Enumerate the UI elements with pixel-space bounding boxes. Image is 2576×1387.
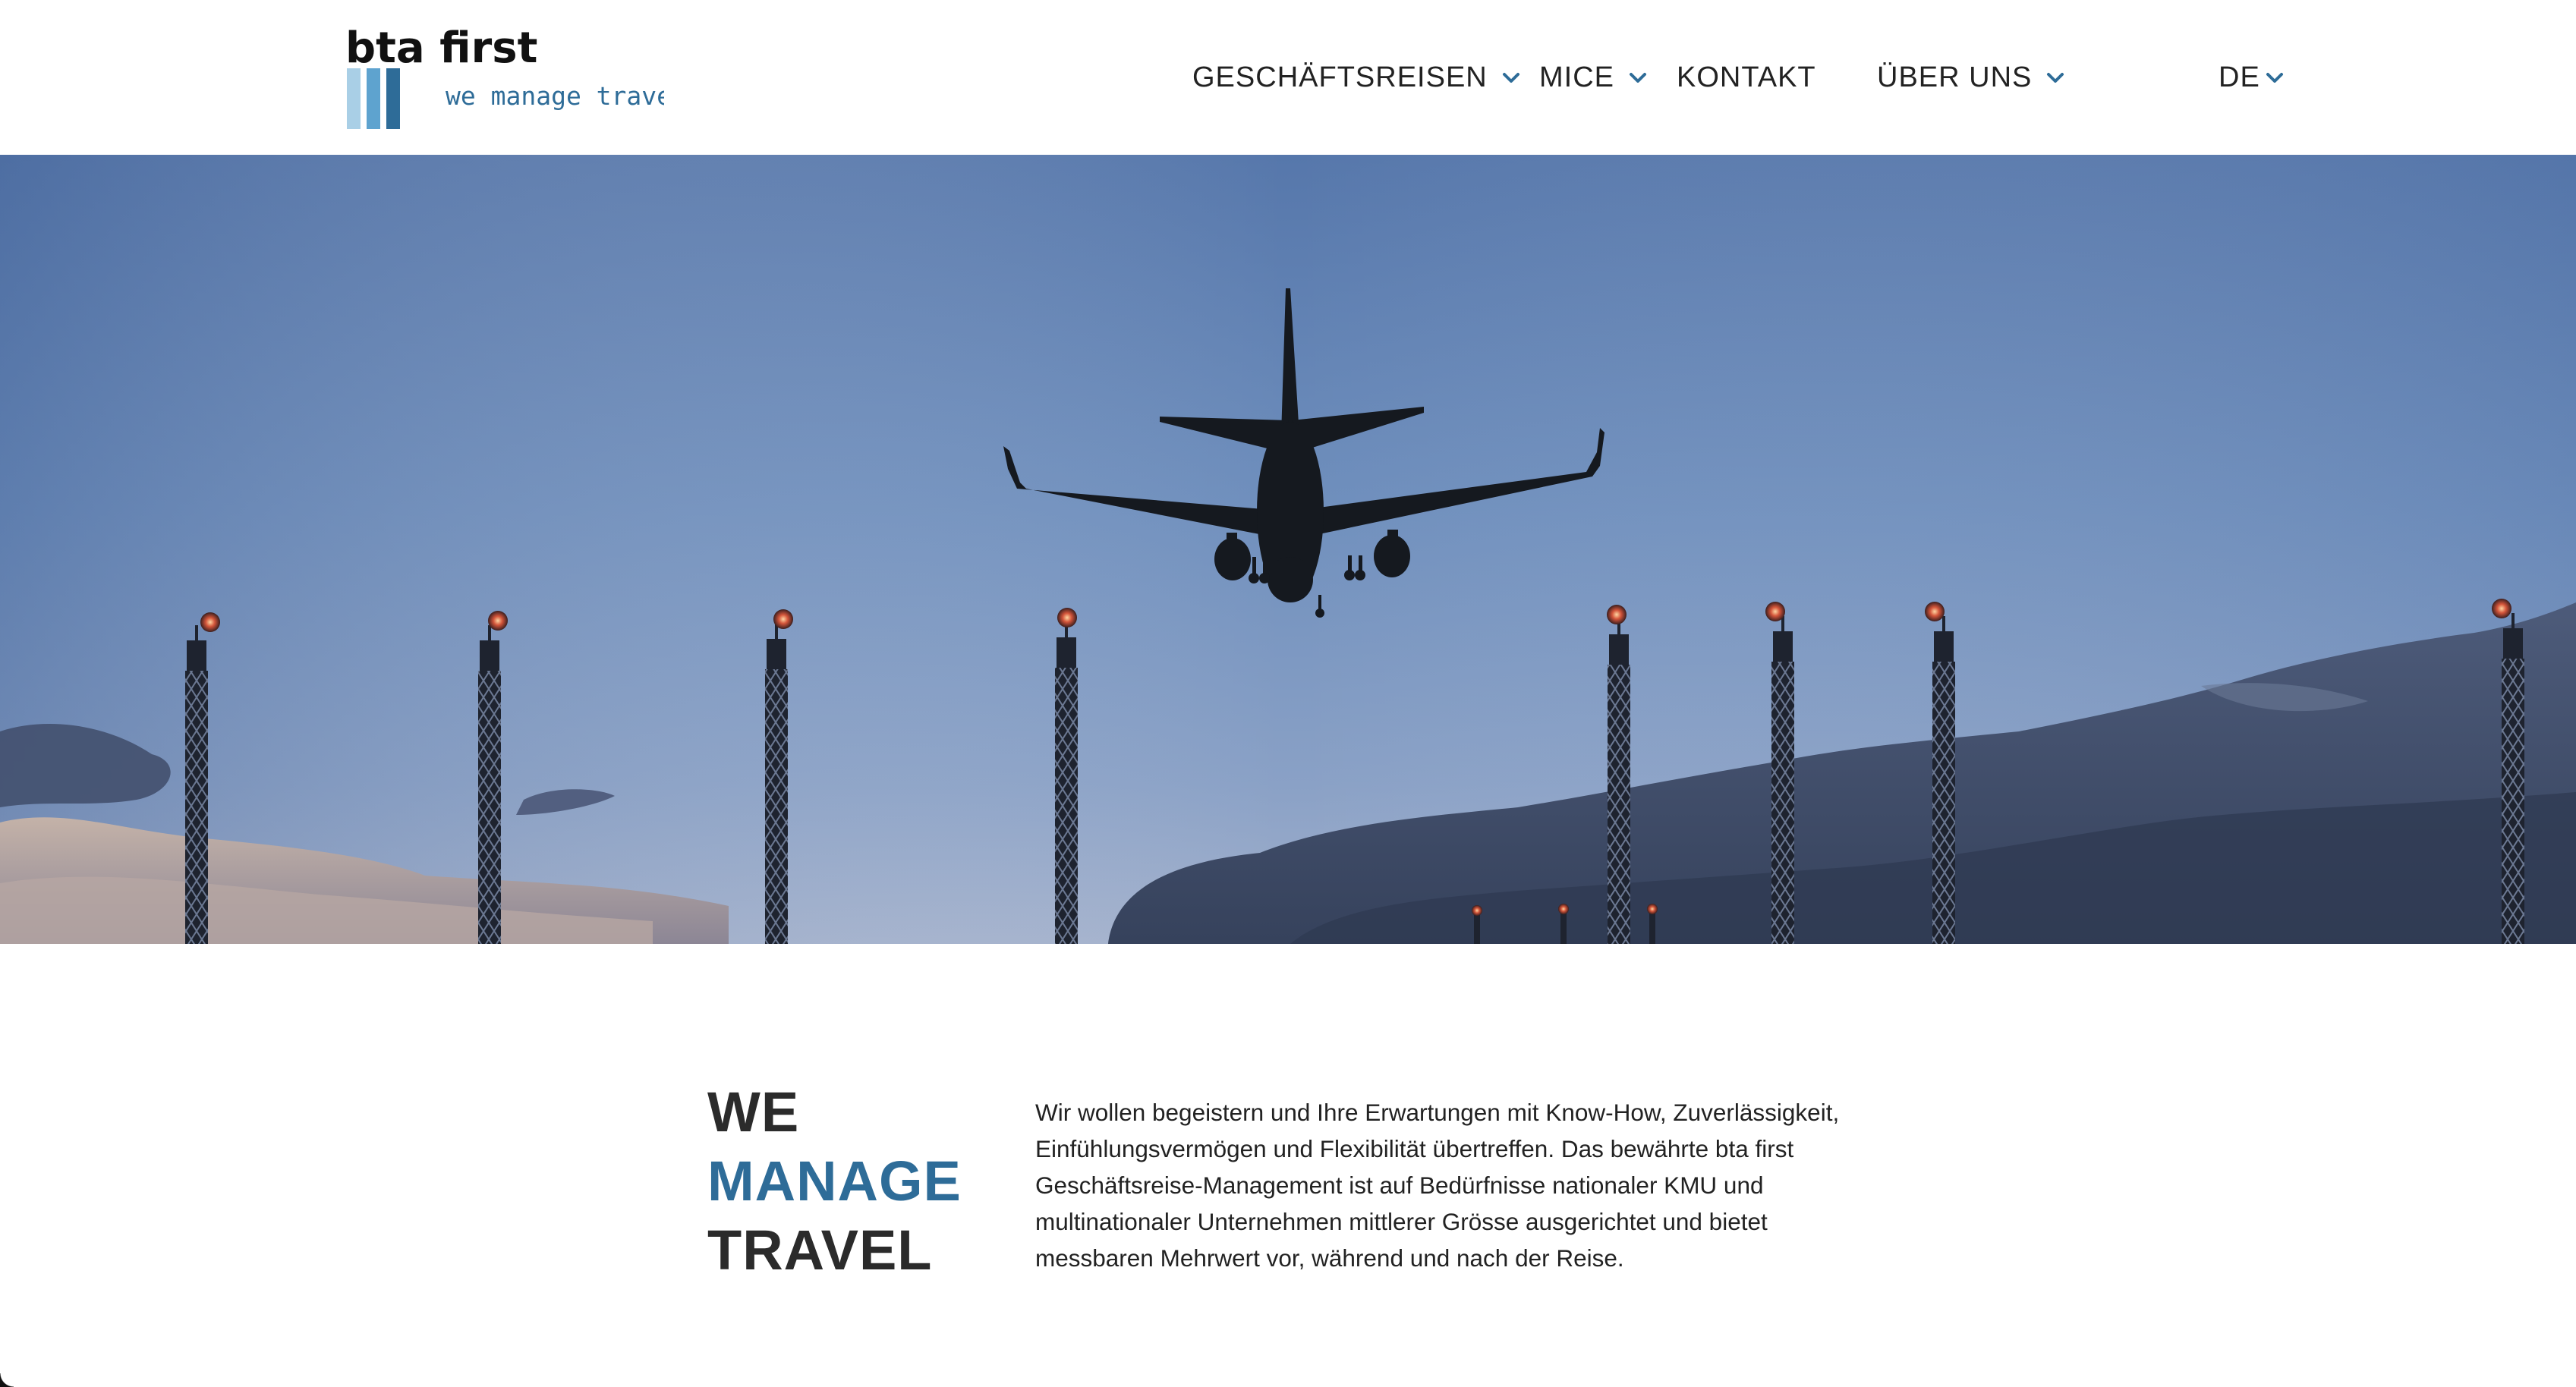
chevron-down-icon: [2265, 68, 2285, 87]
nav-label-geschaeftsreisen: GESCHÄFTSREISEN: [1192, 61, 1488, 93]
nav-item-ueber-uns[interactable]: ÜBER UNS: [1877, 59, 2065, 96]
heading-line-we: WE: [707, 1080, 800, 1143]
site-header: bta first we manage travel GESCHÄFTSREIS…: [0, 0, 2576, 155]
main-nav: GESCHÄFTSREISEN MICE KONTAKT ÜBER UNS DE: [0, 0, 2576, 155]
hero-image: [0, 155, 2576, 944]
intro-heading: WE MANAGE TRAVEL: [707, 1077, 962, 1285]
page: bta first we manage travel GESCHÄFTSREIS…: [0, 0, 2576, 1387]
heading-line-manage: MANAGE: [707, 1150, 962, 1212]
nav-label-kontakt: KONTAKT: [1677, 61, 1816, 93]
intro-paragraph: Wir wollen begeistern und Ihre Erwartung…: [1035, 1098, 1840, 1272]
chevron-down-icon: [1501, 68, 1521, 87]
language-label: DE: [2219, 61, 2260, 93]
nav-label-mice: MICE: [1539, 61, 1614, 93]
language-switcher[interactable]: DE: [2219, 59, 2285, 96]
chevron-down-icon: [1628, 68, 1648, 87]
chevron-down-icon: [2045, 68, 2065, 87]
nav-item-geschaeftsreisen[interactable]: GESCHÄFTSREISEN: [1192, 59, 1521, 96]
nav-item-mice[interactable]: MICE: [1539, 59, 1648, 96]
nav-label-ueber-uns: ÜBER UNS: [1877, 61, 2033, 93]
heading-line-travel: TRAVEL: [707, 1219, 933, 1282]
tower-5: [1607, 605, 1630, 944]
tower-4: [1055, 608, 1078, 944]
window-corner: [0, 1373, 14, 1387]
nav-item-kontakt[interactable]: KONTAKT: [1677, 59, 1816, 96]
